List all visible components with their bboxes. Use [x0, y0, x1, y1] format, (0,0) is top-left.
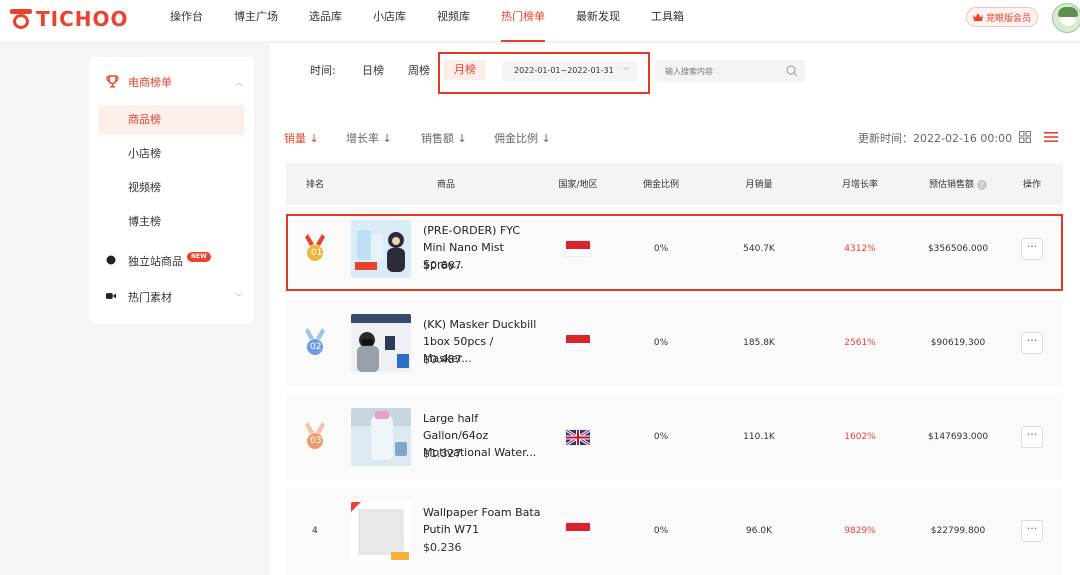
monthly-growth-value: 1602% [844, 432, 876, 442]
list-view-icon[interactable] [1044, 131, 1058, 143]
tichoo-logo[interactable]: TICHOO [10, 7, 129, 31]
header-monthly-sales: 月销量 [745, 180, 773, 190]
commission-value: 0% [653, 338, 669, 348]
new-badge: NEW [187, 252, 211, 262]
nav-item-dashboard[interactable]: 操作台 [170, 0, 203, 42]
more-actions-button[interactable]: ··· [1021, 520, 1043, 542]
monthly-sales-value: 110.1K [743, 432, 775, 442]
time-filter-label: 时间: [310, 64, 336, 77]
sidebar-item-label: 独立站商品 [128, 255, 183, 268]
sidebar-item-independent-products[interactable]: 独立站商品 NEW [89, 250, 254, 272]
product-thumbnail[interactable] [351, 314, 411, 372]
nav-item-shop-library[interactable]: 小店库 [373, 0, 406, 42]
product-price: $1.327 [423, 447, 462, 460]
estimated-revenue-value: $22799.800 [930, 526, 986, 536]
sidebar-item-video-ranking[interactable]: 视频榜 [98, 173, 244, 203]
indonesia-flag-icon [566, 335, 590, 350]
sidebar-section-ecommerce-rankings[interactable]: 电商榜单 ︿ [89, 71, 254, 93]
nav-item-new-discoveries[interactable]: 最新发现 [576, 0, 620, 42]
sidebar-item-influencer-ranking[interactable]: 博主榜 [98, 207, 244, 237]
search-input[interactable] [655, 60, 805, 82]
commission-value: 0% [653, 526, 669, 536]
sort-by-revenue[interactable]: 销售额 ↓ [421, 130, 467, 146]
product-name[interactable]: Wallpaper Foam Bata Putih W71 [423, 504, 541, 538]
filter-monthly[interactable]: 月榜 [444, 60, 486, 80]
estimated-revenue-value: $147693.000 [927, 432, 989, 442]
commission-value: 0% [653, 432, 669, 442]
user-avatar[interactable] [1052, 3, 1080, 33]
chevron-up-icon: ︿ [235, 78, 243, 87]
nav-item-toolbox[interactable]: 工具箱 [651, 0, 684, 42]
product-price: $0.487 [423, 353, 462, 366]
sidebar-section-label: 电商榜单 [128, 76, 172, 89]
date-range-select[interactable]: 2022-01-01~2022-01-31 ﹀ [502, 61, 638, 81]
top-nav-bar: TICHOO 操作台 博主广场 选品库 小店库 视频库 热门榜单 最新发现 工具… [0, 0, 1080, 42]
crown-icon [972, 13, 983, 21]
sort-by-growth[interactable]: 增长率 ↓ [346, 130, 392, 146]
rank-number: 02 [310, 342, 322, 352]
nav-item-influencers[interactable]: 博主广场 [234, 0, 278, 42]
header-estimated-revenue-label: 预估销售额 [928, 180, 975, 190]
header-commission: 佣金比例 [642, 180, 680, 190]
dot-icon [106, 255, 116, 265]
monthly-sales-value: 96.0K [746, 526, 772, 536]
nav-item-product-library[interactable]: 选品库 [309, 0, 342, 42]
product-thumbnail[interactable] [351, 502, 411, 560]
header-actions: 操作 [1022, 180, 1042, 190]
row-highlight-box [286, 214, 1063, 291]
sidebar-item-shop-ranking[interactable]: 小店榜 [98, 139, 244, 169]
update-time: 更新时间：2022-02-16 00:00 [858, 132, 1013, 145]
sort-by-commission[interactable]: 佣金比例 ↓ [494, 130, 551, 146]
search-icon[interactable] [786, 65, 798, 77]
monthly-growth-value: 9829% [844, 526, 876, 536]
filter-daily[interactable]: 日榜 [362, 62, 384, 78]
product-price: $0.236 [423, 541, 462, 554]
date-range-value: 2022-01-01~2022-01-31 [514, 66, 614, 75]
filter-weekly[interactable]: 周榜 [408, 62, 430, 78]
header-product: 商品 [436, 180, 456, 190]
nav-item-video-library[interactable]: 视频库 [437, 0, 470, 42]
video-icon [106, 293, 116, 299]
sidebar-item-product-ranking[interactable]: 商品榜 [98, 105, 244, 135]
more-actions-button[interactable]: ··· [1021, 332, 1043, 354]
more-actions-button[interactable]: ··· [1021, 426, 1043, 448]
rank-number: 4 [312, 526, 318, 536]
main-nav: 操作台 博主广场 选品库 小店库 视频库 热门榜单 最新发现 工具箱 [170, 0, 715, 42]
estimated-revenue-value: $90619.300 [930, 338, 986, 348]
sort-by-sales[interactable]: 销量 ↓ [284, 130, 319, 146]
nav-item-hot-rankings[interactable]: 热门榜单 [501, 0, 545, 42]
info-icon[interactable]: ? [977, 179, 988, 190]
chevron-down-icon: ﹀ [235, 293, 243, 302]
logo-mark-icon [10, 9, 32, 29]
grid-view-icon[interactable] [1019, 131, 1031, 143]
vip-member-button[interactable]: 竞眼版会员 [966, 7, 1038, 27]
sidebar: 电商榜单 ︿ 商品榜 小店榜 视频榜 博主榜 独立站商品 NEW 热门素材 ﹀ [89, 57, 254, 323]
uk-flag-icon [566, 430, 590, 445]
header-country: 国家/地区 [558, 180, 598, 190]
chevron-down-icon: ﹀ [623, 67, 630, 75]
indonesia-flag-icon [566, 523, 590, 538]
product-thumbnail[interactable] [351, 408, 411, 466]
sidebar-item-hot-materials[interactable]: 热门素材 ﹀ [89, 286, 254, 308]
sidebar-item-label: 热门素材 [128, 291, 172, 304]
logo-text: TICHOO [36, 7, 129, 31]
monthly-sales-value: 185.8K [743, 338, 775, 348]
rank-number: 03 [310, 436, 322, 446]
monthly-growth-value: 2561% [844, 338, 876, 348]
vip-label: 竞眼版会员 [985, 13, 1031, 24]
header-estimated-revenue: 预估销售额? [928, 177, 988, 190]
header-rank: 排名 [305, 180, 325, 190]
header-monthly-growth: 月增长率 [841, 180, 879, 190]
trophy-icon [106, 75, 119, 88]
